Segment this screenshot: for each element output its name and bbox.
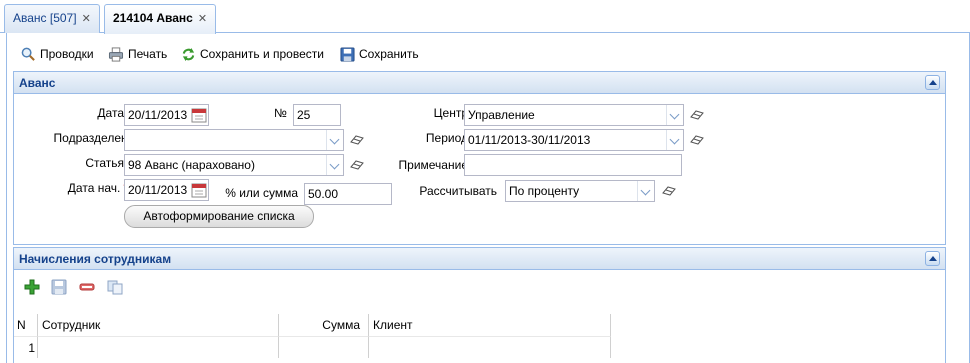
calendar-icon[interactable] [191,107,207,123]
panel-title: Начисления сотрудникам [19,252,172,266]
eraser-icon[interactable] [350,160,364,170]
calc-value: По проценту [509,184,580,198]
collapse-button[interactable] [925,251,940,266]
save-and-post-label: Сохранить и провести [200,47,324,61]
percent-value: 50.00 [308,187,339,201]
chevron-down-icon[interactable] [666,130,683,150]
autoform-label: Автоформирование списка [143,209,295,223]
tab-advance-doc[interactable]: 214104 Аванс ✕ [104,4,217,34]
division-select[interactable] [124,129,344,151]
toolbar: Проводки Печать Сохранить и провести Сох… [7,38,969,68]
calc-label: Рассчитывать [419,184,497,198]
floppy-icon[interactable] [51,279,67,295]
entries-label: Проводки [40,47,94,61]
delete-icon[interactable] [79,279,95,295]
printer-icon [108,46,124,62]
close-icon[interactable]: ✕ [198,6,207,33]
collapse-button[interactable] [925,75,940,90]
eraser-icon[interactable] [690,110,704,120]
column-header-client[interactable]: Клиент [369,314,611,336]
calc-select[interactable]: По проценту [505,180,655,202]
tab-label: 214104 Аванс [113,11,193,25]
tab-strip: Аванс [507] ✕ 214104 Аванс ✕ [0,0,970,34]
panel-header: Начисления сотрудникам [14,248,945,270]
save-button[interactable]: Сохранить [340,46,419,62]
note-field[interactable] [464,154,682,176]
print-button[interactable]: Печать [108,46,167,62]
refresh-icon [182,47,195,61]
chevron-down-icon[interactable] [666,105,683,125]
add-icon[interactable] [24,279,40,295]
chevron-down-icon[interactable] [637,181,654,201]
eraser-icon[interactable] [662,186,676,196]
panel-title: Аванс [19,76,56,90]
save-label: Сохранить [359,47,419,61]
tab-advance-list[interactable]: Аванс [507] ✕ [4,4,100,33]
start-date-field[interactable]: 20/11/2013 [124,179,209,201]
eraser-icon[interactable] [350,135,364,145]
percent-label: % или сумма [225,186,298,200]
magnifier-icon [21,47,35,61]
column-header-sum[interactable]: Сумма [279,314,369,336]
document-window: Проводки Печать Сохранить и провести Сох… [6,33,970,363]
period-value: 01/11/2013-30/11/2013 [468,133,591,147]
center-value: Управление [468,108,535,122]
eraser-icon[interactable] [690,135,704,145]
panel-header: Аванс [14,72,945,94]
date-field[interactable]: 20/11/2013 [124,104,209,126]
date-label: Дата [97,106,124,120]
print-label: Печать [128,47,168,61]
chevron-down-icon[interactable] [326,155,343,175]
percent-field[interactable]: 50.00 [304,183,392,205]
date-value: 20/11/2013 [128,108,188,122]
save-and-post-button[interactable]: Сохранить и провести [181,46,324,62]
table-cell-client[interactable] [369,336,611,358]
center-select[interactable]: Управление [464,104,684,126]
calendar-icon[interactable] [191,182,207,198]
column-header-employee[interactable]: Сотрудник [38,314,279,336]
period-label: Период [425,131,468,145]
number-value: 25 [297,108,311,122]
autoform-list-button[interactable]: Автоформирование списка [124,205,314,228]
floppy-icon [340,46,355,62]
start-date-label-text: Дата нач. [67,181,121,195]
table-row-number: 1 [14,336,38,358]
advance-form-panel: Аванс Дата 20/11/2013 № 25 Центр Управле… [13,71,946,245]
center-label: Центр [433,106,468,120]
article-label: Статья [85,156,124,170]
note-label: Примечание [398,158,468,172]
table-cell-sum[interactable] [279,336,369,358]
chevron-down-icon[interactable] [326,130,343,150]
grid-toolbar [14,271,945,301]
article-value: 98 Аванс (нараховано) [128,158,255,172]
number-label: № [274,106,287,120]
article-select[interactable]: 98 Аванс (нараховано) [124,154,344,176]
start-date-label: Дата нач.* [68,181,128,195]
start-date-value: 20/11/2013 [128,183,188,197]
employee-accruals-panel: Начисления сотрудникам N Сотрудник Сумма… [13,247,946,363]
period-select[interactable]: 01/11/2013-30/11/2013 [464,129,684,151]
number-field[interactable]: 25 [293,104,341,126]
column-header-n[interactable]: N [14,314,38,336]
entries-button[interactable]: Проводки [21,46,94,62]
tab-label: Аванс [507] [13,11,77,25]
copy-icon[interactable] [107,279,123,295]
close-icon[interactable]: ✕ [82,6,91,33]
table-cell-employee[interactable] [38,336,279,358]
